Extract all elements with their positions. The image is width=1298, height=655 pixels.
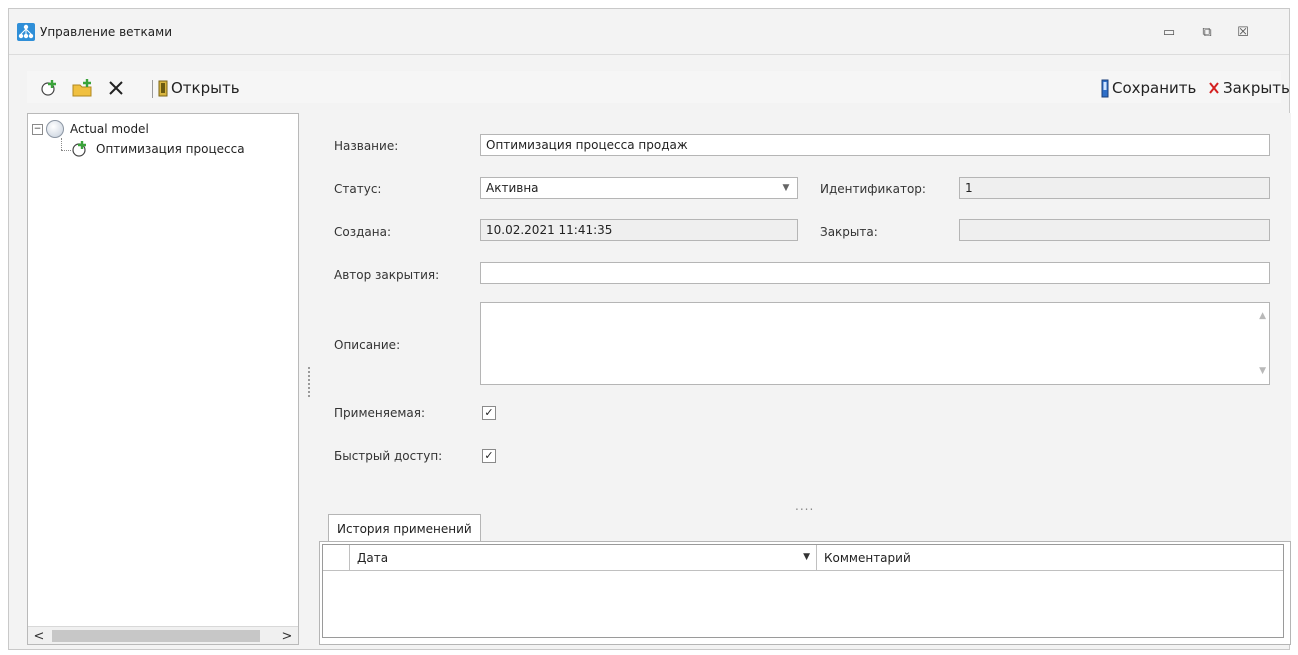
branch-tree[interactable]: − Actual model Оптимизация процесса < > — [27, 113, 299, 645]
closed-label: Закрыта: — [820, 225, 878, 239]
branch-manager-window: Управление ветками ▭ ⧉ ☒ Открыть Сохрани… — [8, 8, 1291, 650]
open-icon — [158, 80, 168, 97]
add-branch-icon — [41, 80, 56, 96]
scroll-left-icon[interactable]: < — [30, 627, 48, 645]
collapse-icon[interactable]: − — [32, 123, 43, 135]
tab-history[interactable]: История применений — [328, 514, 481, 542]
column-header-date[interactable]: Дата ▼ — [351, 545, 817, 571]
column-header-comment[interactable]: Комментарий — [818, 545, 1284, 571]
close-author-field[interactable] — [480, 262, 1270, 284]
column-date-label: Дата — [357, 551, 389, 565]
splitter-grip-dots[interactable]: .... — [795, 499, 814, 513]
panel-splitter[interactable] — [308, 367, 311, 397]
description-textarea[interactable]: ▲ ▼ — [480, 302, 1270, 385]
table-header: Дата ▼ Комментарий — [323, 545, 1283, 571]
tree-connector — [61, 138, 62, 150]
close-window-button[interactable]: ☒ — [1231, 22, 1255, 42]
horizontal-scrollbar[interactable]: < > — [28, 626, 298, 644]
closed-field — [959, 219, 1270, 241]
tree-node-branch[interactable]: Оптимизация процесса — [70, 140, 245, 158]
history-grid: Дата ▼ Комментарий — [319, 541, 1291, 645]
toolbar: Открыть Сохранить Закрыть — [27, 71, 1290, 103]
close-author-label: Автор закрытия: — [334, 268, 440, 282]
tree-node-label: Оптимизация процесса — [96, 142, 245, 156]
chevron-down-icon[interactable]: ▼ — [775, 178, 797, 198]
quick-access-label: Быстрый доступ: — [334, 449, 443, 463]
tree-node-actual-model[interactable]: − Actual model — [32, 120, 149, 138]
tab-history-label: История применений — [337, 521, 472, 536]
save-button[interactable]: Сохранить — [1101, 77, 1196, 99]
maximize-button[interactable]: ⧉ — [1195, 22, 1219, 42]
id-field: 1 — [959, 177, 1270, 199]
description-label: Описание: — [334, 338, 401, 352]
close-x-icon — [1209, 82, 1219, 94]
toolbar-separator — [152, 80, 153, 98]
name-label: Название: — [334, 139, 399, 153]
delete-button[interactable] — [107, 77, 125, 99]
status-select[interactable]: Активна ▼ — [480, 177, 798, 199]
app-branches-icon — [17, 23, 35, 41]
add-folder-button[interactable] — [71, 77, 93, 99]
scroll-thumb[interactable] — [52, 630, 260, 642]
window-title: Управление ветками — [40, 25, 172, 39]
open-button[interactable]: Открыть — [158, 77, 240, 99]
branch-details-form: Название: Оптимизация процесса продаж Ст… — [319, 113, 1291, 645]
scroll-right-icon[interactable]: > — [278, 627, 296, 645]
minimize-button[interactable]: ▭ — [1157, 22, 1181, 42]
history-table[interactable]: Дата ▼ Комментарий — [322, 544, 1284, 638]
created-field: 10.02.2021 11:41:35 — [480, 219, 798, 241]
tree-node-label: Actual model — [70, 122, 149, 136]
open-label: Открыть — [171, 79, 240, 97]
close-label: Закрыть — [1223, 79, 1290, 97]
applied-checkbox[interactable]: ✓ — [482, 406, 496, 420]
title-bar: Управление ветками ▭ ⧉ ☒ — [9, 9, 1289, 55]
quick-access-checkbox[interactable]: ✓ — [482, 449, 496, 463]
id-label: Идентификатор: — [820, 182, 926, 196]
save-label: Сохранить — [1112, 79, 1197, 97]
add-folder-icon — [72, 79, 92, 97]
scroll-down-icon[interactable]: ▼ — [1259, 366, 1266, 376]
row-indicator-column — [323, 545, 350, 571]
save-icon — [1101, 79, 1109, 98]
created-label: Создана: — [334, 225, 391, 239]
column-comment-label: Комментарий — [824, 551, 911, 565]
delete-icon — [109, 81, 123, 95]
status-value: Активна — [486, 181, 539, 195]
branch-node-icon — [72, 141, 86, 157]
scroll-up-icon[interactable]: ▲ — [1259, 311, 1266, 321]
status-label: Статус: — [334, 182, 382, 196]
applied-label: Применяемая: — [334, 406, 425, 420]
close-button[interactable]: Закрыть — [1208, 77, 1290, 99]
name-field[interactable]: Оптимизация процесса продаж — [480, 134, 1270, 156]
model-node-icon — [46, 120, 64, 138]
sort-desc-icon[interactable]: ▼ — [803, 552, 810, 562]
add-branch-button[interactable] — [39, 77, 59, 99]
